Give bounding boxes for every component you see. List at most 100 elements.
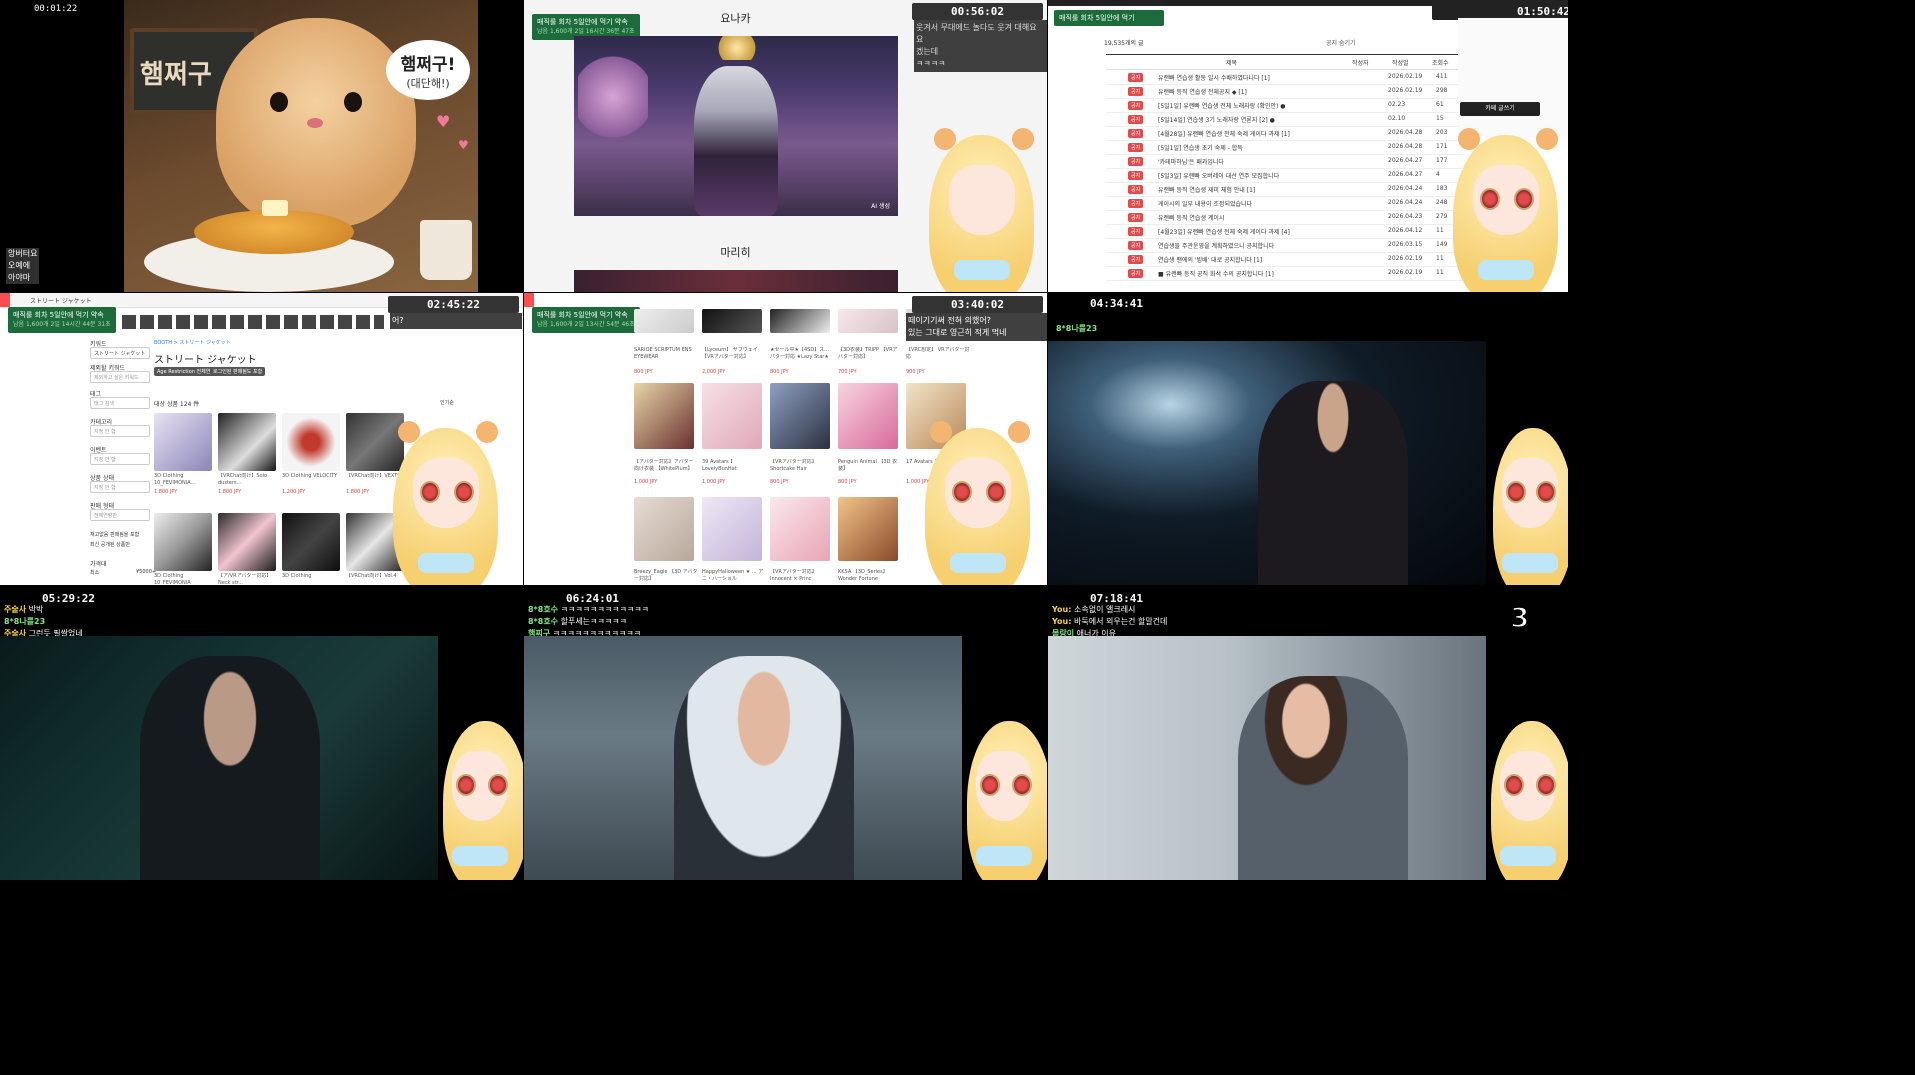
product-thumbnail[interactable] — [154, 413, 212, 471]
promo-title: 매직룰 회차 5일안에 먹기 약속 — [537, 311, 628, 319]
breadcrumb[interactable]: BOOTH > ストリート ジャケット — [154, 339, 231, 346]
booth-logo[interactable] — [524, 293, 534, 307]
booth-logo[interactable] — [0, 293, 10, 307]
product-thumbnail[interactable] — [702, 309, 762, 333]
table-row[interactable]: 공지 [5일1일] 유랜빠 연습생 전체 노래자랑 (확인안) ● 02.23 61 — [1106, 98, 1466, 113]
table-row[interactable]: 공지 [4월23일] 유랜빠 연습생 전체 숙제 게이다 과제 [4] 2026.0… — [1106, 224, 1466, 239]
cup — [420, 220, 472, 280]
row-title[interactable]: 연습생 팬에의 '빙배' 대로 공지합니다 [1] — [1158, 255, 1262, 264]
tile-drama-car: 05:29:22 주술사 박박 8*8나를23 주술사 그런듯 필쌀었네 — [0, 586, 523, 880]
category-select[interactable]: 지정 안 함 — [90, 425, 150, 437]
table-row[interactable]: 공지 게이시의 일부 내용이 조정되었습니다 2026.04.24 248 — [1106, 196, 1466, 211]
board-list: 공지 유랜빠 연습생 활동 일시 수배하였다니다 [1] 2026.02.19 411… — [1106, 70, 1466, 292]
row-title[interactable]: 유랜빠 등직 연습생 전체공지 ◆ [1] — [1158, 87, 1247, 96]
table-row[interactable]: 공지 유랜빠 연습생 활동 일시 수배하였다니다 [1] 2026.02.19 411 — [1106, 70, 1466, 85]
row-title[interactable]: 유랜빠 등직 연습생 재미 체험 안내 [1] — [1158, 185, 1255, 194]
table-row[interactable]: 공지 유랜빠 등직 연습생 전체공지 ◆ [1] 2026.02.19 298 — [1106, 84, 1466, 99]
product-name[interactable]: 【アバター対応】アバター向け衣装 【WhitePlum】 — [634, 459, 698, 473]
product-name[interactable]: 3D Clothing 10_FEVIMONIA... — [154, 473, 218, 487]
table-row[interactable]: 공지 연습생들 주관운영을 계획하였으니 공지합니다 2026.03.15 149 — [1106, 238, 1466, 253]
row-views: 183 — [1436, 185, 1448, 192]
row-title[interactable]: '카테마하님'은 패과입니다 — [1158, 157, 1224, 166]
table-row[interactable]: 공지 '카테마하님'은 패과입니다 2026.04.27 177 — [1106, 154, 1466, 169]
product-price: 2,000 JPY — [702, 369, 726, 375]
row-title[interactable]: [4월28일] 유랜빠 연습생 전체 숙제 게이다 과제 [1] — [1158, 129, 1290, 138]
filter-chip[interactable]: 로그인된 판매됨도 포함 — [210, 367, 266, 376]
product-name[interactable]: Penguin Animal 【3D 衣装】 — [838, 459, 902, 473]
product-name[interactable]: ★セール中★【4SD】ス... パター対応 ★Lazy Star★ — [770, 347, 834, 361]
checkbox-latest[interactable]: 최신 공개된 상품만 — [90, 541, 130, 548]
product-thumbnail[interactable] — [838, 309, 898, 333]
product-name[interactable]: 【VRChat向け】Solo dusters... — [218, 473, 282, 487]
notice-badge: 공지 — [1128, 115, 1144, 124]
product-thumbnail[interactable] — [702, 497, 762, 561]
table-row[interactable]: 공지 유랜빠 등직 연습생 계이시 2026.04.23 279 — [1106, 210, 1466, 225]
row-title[interactable]: [5일1일] 연습생 초기 숙제 - 합득 — [1158, 143, 1243, 152]
product-name[interactable]: 【ア/VRアバター対応】Neck str... — [218, 573, 282, 585]
product-name[interactable]: 3D Clothing 10_FEVIMONIA — [154, 573, 218, 585]
chat-line: You: 바둑에서 외우는건 할말건데 — [1052, 616, 1167, 628]
product-name[interactable]: 【3D衣装】TRIPP 【VRアバター対応】 — [838, 347, 902, 361]
product-name[interactable]: HappyHalloween ★ ... アニ・ハーショル — [702, 569, 766, 583]
product-thumbnail[interactable] — [282, 513, 340, 571]
row-views: 203 — [1436, 129, 1448, 136]
row-title[interactable]: [5일3일] 유랜빠 오버레이 대선 연주 모집합니다 — [1158, 171, 1279, 180]
row-title[interactable]: ■ 유랜빠 등직 공직 화석 수의 공지합니다 [1] — [1158, 269, 1274, 278]
notice-badge: 공지 — [1128, 157, 1144, 166]
row-title[interactable]: 유랜빠 연습생 활동 일시 수배하였다니다 [1] — [1158, 73, 1270, 82]
event-select[interactable]: 지정 안 함 — [90, 453, 150, 465]
sale-type-select[interactable]: 전체연령만 — [90, 509, 150, 521]
price-min[interactable]: 최소 — [90, 569, 99, 576]
table-row[interactable]: 공지 [4월28일] 유랜빠 연습생 전체 숙제 게이다 과제 [1] 2026.0… — [1106, 126, 1466, 141]
product-thumbnail[interactable] — [154, 513, 212, 571]
product-name[interactable]: 【VRアバター対応】 Shortcake Hair — [770, 459, 834, 473]
product-name[interactable]: 3D Clothing — [282, 573, 346, 580]
product-name[interactable]: 【VRアバター対応】 Innocent × Princ — [770, 569, 834, 583]
avatar-ear — [1008, 421, 1030, 443]
exclude-keyword-input[interactable]: 제외하고 싶은 키워드 — [90, 371, 150, 383]
product-thumbnail[interactable] — [702, 383, 762, 449]
product-thumbnail[interactable] — [838, 383, 898, 449]
row-title[interactable]: 연습생들 주관운영을 계획하였으니 공지합니다 — [1158, 241, 1274, 250]
table-row[interactable]: 공지 [5일3일] 유랜빠 오버레이 대선 연주 모집합니다 2026.04.27 4 — [1106, 168, 1466, 183]
product-name[interactable]: 【VRC想定】 VRアバター対応 — [906, 347, 970, 361]
row-views: 171 — [1436, 143, 1448, 150]
product-thumbnail[interactable] — [634, 497, 694, 561]
product-thumbnail[interactable] — [218, 413, 276, 471]
product-thumbnail[interactable] — [218, 513, 276, 571]
chat-message: 소속없이 앨크레시 — [1074, 605, 1136, 614]
product-thumbnail[interactable] — [770, 497, 830, 561]
notice-toggle[interactable]: 공지 숨기기 — [1326, 38, 1356, 47]
product-name[interactable]: 39 Avatars 】 LovelyBunHat — [702, 459, 766, 473]
product-thumbnail[interactable] — [770, 383, 830, 449]
notice-badge: 공지 — [1128, 213, 1144, 222]
checkbox-stock[interactable]: 재고없음 판매됨을 포함 — [90, 531, 139, 538]
notice-badge: 공지 — [1128, 87, 1144, 96]
product-name[interactable]: SARIOE SCRIPTUM ENS EYEWEAR — [634, 347, 698, 361]
table-row[interactable]: 공지 ■ 유랜빠 등직 공직 화석 수의 공지합니다 [1] 2026.02.19 1… — [1106, 266, 1466, 281]
product-name[interactable]: KKSA 【3D_Series】 Wonder Fortune — [838, 569, 902, 583]
table-row[interactable]: 공지 유랜빠 등직 연습생 재미 체험 안내 [1] 2026.04.24 183 — [1106, 182, 1466, 197]
row-title[interactable]: [5일14일] 연습생 3기 노래자랑 연론지 [2] ● — [1158, 115, 1275, 124]
filter-chip[interactable]: Age Restriction 전체연령 — [154, 367, 218, 376]
table-row[interactable]: 공지 연습생 팬에의 '빙배' 대로 공지합니다 [1] 2026.02.19 11 — [1106, 252, 1466, 267]
tag-input[interactable]: 태그 검색 — [90, 397, 150, 409]
keyword-input[interactable]: ストリート ジャケット — [90, 347, 150, 359]
product-thumbnail[interactable] — [838, 497, 898, 561]
row-title[interactable]: [5일1일] 유랜빠 연습생 전체 노래자랑 (확인안) ● — [1158, 101, 1286, 110]
product-name[interactable]: 【Lyceum】 サブウェイ 【VRアバター対応】 — [702, 347, 766, 361]
row-title[interactable]: 유랜빠 등직 연습생 계이시 — [1158, 213, 1224, 222]
product-thumbnail[interactable] — [634, 309, 694, 333]
search-query[interactable]: ストリート ジャケット — [30, 296, 92, 305]
heart-icon: ♥ — [436, 112, 451, 131]
status-select[interactable]: 지정 안 함 — [90, 481, 150, 493]
product-thumbnail[interactable] — [634, 383, 694, 449]
row-title[interactable]: 게이시의 일부 내용이 조정되었습니다 — [1158, 199, 1252, 208]
product-thumbnail[interactable] — [770, 309, 830, 333]
table-row[interactable]: 공지 [5일1일] 연습생 초기 숙제 - 합득 2026.04.28 171 — [1106, 140, 1466, 155]
table-row[interactable]: 공지 [5일14일] 연습생 3기 노래자랑 연론지 [2] ● 02.10 15 — [1106, 112, 1466, 127]
product-name[interactable]: Breezy_Eagle 【3D アバター対応】 — [634, 569, 698, 583]
product-name[interactable]: 3D Clothing VELOCITY — [282, 473, 346, 480]
product-thumbnail[interactable] — [282, 413, 340, 471]
row-title[interactable]: [4월23일] 유랜빠 연습생 전체 숙제 게이다 과제 [4] — [1158, 227, 1290, 236]
